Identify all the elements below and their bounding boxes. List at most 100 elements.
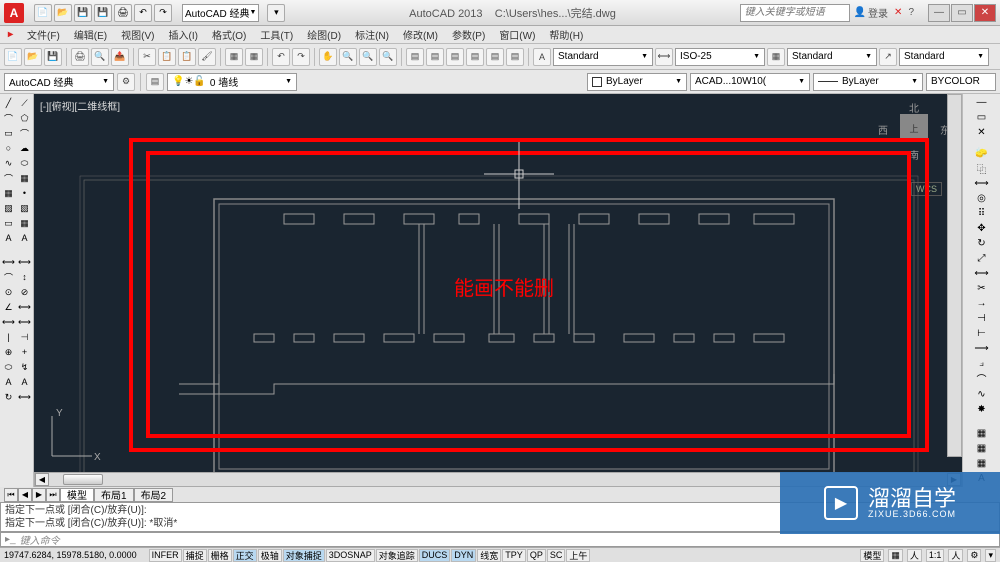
fillet-icon[interactable]: ⌒ [974,372,990,386]
dim-insp-icon[interactable]: ⬭ [2,360,16,374]
table-icon[interactable]: ▦ [18,216,32,230]
zoom-ext-icon[interactable]: 🔍 [379,48,397,66]
qat-more-icon[interactable]: ▾ [267,4,285,22]
explode-icon[interactable]: ✸ [974,403,990,416]
block-make-icon[interactable]: ▦ [2,186,16,200]
plot-icon[interactable]: 🖨 [71,48,89,66]
sign-in-button[interactable]: 👤 登录 [854,5,888,20]
menu-item[interactable]: 格式(O) [212,27,246,42]
doc-close-icon[interactable]: ✕ [974,126,990,139]
help-icon[interactable]: ? [908,7,914,18]
menu-item[interactable]: 窗口(W) [499,27,535,42]
scroll-thumb[interactable] [63,474,103,485]
offset-icon[interactable]: ◎ [974,192,990,205]
hatch-icon[interactable]: ▨ [2,201,16,215]
plotstyle-combo[interactable]: BYCOLOR [926,73,996,91]
erase-icon[interactable]: 🧽 [974,147,990,160]
status-toggle[interactable]: 对象追踪 [376,549,418,562]
paste-icon[interactable]: 📋 [178,48,196,66]
dim-quick-icon[interactable]: ⟷ [18,300,32,314]
menu-item[interactable]: 视图(V) [121,27,154,42]
revcloud-icon[interactable]: ☁ [18,141,32,155]
open-icon[interactable]: 📂 [24,48,42,66]
qat-redo-icon[interactable]: ↷ [154,4,172,22]
center-icon[interactable]: + [18,345,32,359]
ellipsearc-icon[interactable]: ⌒ [2,171,16,185]
join-icon[interactable]: ⟶ [974,342,990,355]
dim-style-combo[interactable]: ISO-25▼ [675,48,765,66]
dim-lin-icon[interactable]: ⟷ [2,255,16,269]
tp-icon[interactable]: ▤ [446,48,464,66]
doc-min-icon[interactable]: — [974,96,990,109]
dim-cont-icon[interactable]: ⟷ [18,315,32,329]
status-toggle[interactable]: 线宽 [477,549,501,562]
ssm-icon[interactable]: ▤ [466,48,484,66]
status-toggle[interactable]: 栅格 [208,549,232,562]
redo-icon[interactable]: ↷ [292,48,310,66]
tab-prev-icon[interactable]: ◀ [18,488,32,502]
gradient-icon[interactable]: ▧ [18,201,32,215]
pan-icon[interactable]: ✋ [319,48,337,66]
workspace-gear-icon[interactable]: ⚙ [117,73,135,91]
preview-icon[interactable]: 🔍 [91,48,109,66]
status-scale[interactable]: 1:1 [926,549,945,562]
pline-icon[interactable]: ⌒ [2,111,16,125]
dim-dia-icon[interactable]: ⊘ [18,285,32,299]
array-icon[interactable]: ⠿ [974,207,990,220]
xline-icon[interactable]: ⟋ [18,96,32,110]
misc2-icon[interactable]: ▦ [974,442,990,455]
status-anno2-icon[interactable]: 人 [948,549,963,562]
scroll-left-icon[interactable]: ◀ [35,473,49,486]
status-toggle[interactable]: 上午 [566,549,590,562]
tab-next-icon[interactable]: ▶ [32,488,46,502]
app-logo[interactable]: A [4,3,24,23]
doc-max-icon[interactable]: ▭ [974,111,990,124]
layout-tab[interactable]: 布局1 [94,488,134,502]
status-toggle[interactable]: TPY [502,549,526,562]
mtext-icon[interactable]: A [2,231,16,245]
text-style-icon[interactable]: A [533,48,551,66]
view-label[interactable]: [-][俯视][二维线框] [40,98,120,113]
status-grid-icon[interactable]: ▦ [888,549,903,562]
menu-item[interactable]: 标注(N) [355,27,389,42]
line-icon[interactable]: ╱ [2,96,16,110]
vertical-scrollbar[interactable] [947,94,962,457]
status-toggle[interactable]: 极轴 [258,549,282,562]
cut-icon[interactable]: ✂ [138,48,156,66]
menu-item[interactable]: 修改(M) [403,27,438,42]
status-toggle[interactable]: 正交 [233,549,257,562]
blend-icon[interactable]: ∿ [974,388,990,401]
dim-arc-icon[interactable]: ⌒ [2,270,16,284]
undo-icon[interactable]: ↶ [272,48,290,66]
dim-update-icon[interactable]: ↻ [2,390,16,404]
block-icon[interactable]: ▦ [225,48,243,66]
move-icon[interactable]: ✥ [974,222,990,235]
dim-space-icon[interactable]: | [2,330,16,344]
dim-align-icon[interactable]: ⟷ [18,255,32,269]
text-style-combo[interactable]: Standard▼ [553,48,653,66]
lineweight-combo[interactable]: ByLayer▼ [813,73,923,91]
menu-item[interactable]: 编辑(E) [74,27,107,42]
publish-icon[interactable]: 📤 [111,48,129,66]
color-combo[interactable]: ByLayer▼ [587,73,687,91]
status-toggle[interactable]: INFER [149,549,182,562]
menu-app-icon[interactable]: ▸ [8,29,13,40]
menu-item[interactable]: 参数(P) [452,27,485,42]
trim-icon[interactable]: ✂ [974,282,990,295]
viewport[interactable]: [-][俯视][二维线框] 北 西 东 上 南 WCS [34,94,962,472]
status-toggle[interactable]: SC [547,549,566,562]
tab-first-icon[interactable]: ⏮ [4,488,18,502]
table-style-icon[interactable]: ▦ [767,48,785,66]
break2-icon[interactable]: ⊢ [974,327,990,340]
menu-item[interactable]: 绘图(D) [307,27,341,42]
extend-icon[interactable]: → [974,297,990,310]
dim-rad-icon[interactable]: ⊙ [2,285,16,299]
qat-plot-icon[interactable]: 🖨 [114,4,132,22]
status-toggle[interactable]: 对象捕捉 [283,549,325,562]
prop-icon[interactable]: ▤ [406,48,424,66]
table-style-combo[interactable]: Standard▼ [787,48,877,66]
dim-jog-icon[interactable]: ↯ [18,360,32,374]
scale-icon[interactable]: ⤢ [974,252,990,265]
menu-item[interactable]: 插入(I) [169,27,198,42]
rotate-icon[interactable]: ↻ [974,237,990,250]
